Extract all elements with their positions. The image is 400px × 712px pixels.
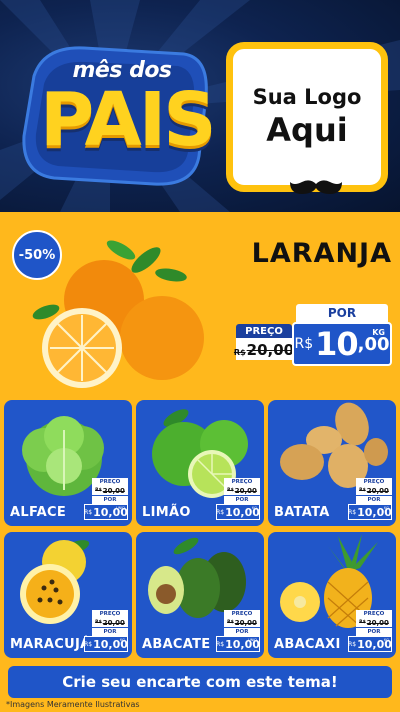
new-currency: R$ (84, 640, 93, 648)
mini-price-tag: PREÇO R$ 20,00 POR R$ 10,00 KG (84, 610, 128, 652)
preco-label: PREÇO (92, 478, 128, 486)
mini-price-tag: PREÇO R$ 20,00 POR R$ 10,00 KG (216, 478, 260, 520)
unit-label: KG (383, 638, 389, 642)
create-flyer-button[interactable]: Crie seu encarte com este tema! (8, 666, 392, 698)
old-currency: R$ (227, 488, 234, 493)
old-price-value: 20,00 (246, 341, 295, 359)
old-currency: R$ (359, 620, 366, 625)
old-currency: R$ (359, 488, 366, 493)
old-price: R$ 20,00 (356, 486, 392, 495)
new-price: R$ 10,00 UNID (84, 504, 128, 520)
unit-label: UNID (248, 638, 257, 642)
preco-label: PREÇO (356, 478, 392, 486)
price-tag: POR PREÇO R$ 20,00 R$ 10 ,00 KG (233, 304, 394, 372)
unit-label: KG (383, 506, 389, 510)
new-currency: R$ (348, 640, 357, 648)
mini-price-tag: PREÇO R$ 20,00 POR R$ 10,00 KG (348, 610, 392, 652)
por-label: POR (296, 304, 388, 322)
preco-label: PREÇO (92, 610, 128, 618)
por-label: POR (92, 628, 128, 636)
product-card[interactable]: ABACAXI PREÇO R$ 20,00 POR R$ 10,00 KG (268, 532, 396, 658)
unit-label: KG (119, 638, 125, 642)
product-title: LARANJA (251, 238, 392, 269)
product-name: BATATA (274, 505, 330, 520)
old-price-value: 20,00 (366, 486, 389, 495)
product-name: ABACAXI (274, 637, 341, 652)
por-label: POR (224, 496, 260, 504)
old-price: R$ 20,00 (92, 486, 128, 495)
old-price-value: 20,00 (234, 486, 257, 495)
old-price: R$ 20,00 (233, 338, 295, 360)
product-name: ABACATE (142, 637, 211, 652)
header-banner: mês dos PAIS Sua Logo Aqui (0, 0, 400, 212)
old-price: R$ 20,00 (356, 618, 392, 627)
por-label: POR (92, 496, 128, 504)
new-currency: R$ (216, 640, 225, 648)
por-label: POR (356, 496, 392, 504)
old-price-value: 20,00 (102, 486, 125, 495)
product-card[interactable]: MARACUJÁ PREÇO R$ 20,00 POR R$ 10,00 KG (4, 532, 132, 658)
mes-dos-pais-badge: mês dos PAIS (14, 36, 217, 196)
unit-label: KG (372, 328, 385, 337)
logo-line-1: Sua Logo (252, 85, 362, 109)
new-price: R$ 10,00 KG (348, 636, 392, 652)
old-currency: R$ (95, 488, 102, 493)
old-price: R$ 20,00 (92, 618, 128, 627)
featured-product: -50% LARANJA POR PREÇO R$ 20,00 R$ 10 ,0… (0, 212, 400, 398)
new-price-int: 10 (315, 325, 359, 363)
mustache-icon (290, 180, 342, 194)
product-card[interactable]: ABACATE PREÇO R$ 20,00 POR R$ 10,00 UNID (136, 532, 264, 658)
mini-price-tag: PREÇO R$ 20,00 POR R$ 10,00 UNID (84, 478, 128, 520)
new-currency: R$ (294, 336, 314, 352)
mini-price-tag: PREÇO R$ 20,00 POR R$ 10,00 KG (348, 478, 392, 520)
logo-placeholder[interactable]: Sua Logo Aqui (226, 42, 388, 192)
por-label: POR (224, 628, 260, 636)
old-price: R$ 20,00 (224, 618, 260, 627)
old-price-value: 20,00 (102, 618, 125, 627)
preco-label: PREÇO (356, 610, 392, 618)
mini-price-tag: PREÇO R$ 20,00 POR R$ 10,00 UNID (216, 610, 260, 652)
new-price: R$ 10 ,00 KG (292, 322, 392, 366)
old-price: R$ 20,00 (224, 486, 260, 495)
product-card[interactable]: BATATA PREÇO R$ 20,00 POR R$ 10,00 KG (268, 400, 396, 526)
preco-label: PREÇO (224, 478, 260, 486)
new-price: R$ 10,00 KG (84, 636, 128, 652)
old-price-value: 20,00 (366, 618, 389, 627)
product-name: MARACUJÁ (10, 637, 91, 652)
badge-big-text: PAIS (40, 77, 217, 163)
unit-label: UNID (116, 506, 125, 510)
old-currency: R$ (95, 620, 102, 625)
new-currency: R$ (348, 508, 357, 516)
preco-label: PREÇO (236, 324, 292, 338)
new-price: R$ 10,00 KG (348, 504, 392, 520)
old-currency: R$ (233, 348, 246, 357)
por-label: POR (356, 628, 392, 636)
new-currency: R$ (216, 508, 225, 516)
new-price: R$ 10,00 KG (216, 504, 260, 520)
new-price: R$ 10,00 UNID (216, 636, 260, 652)
new-currency: R$ (84, 508, 93, 516)
product-grid: ALFACE PREÇO R$ 20,00 POR R$ 10,00 UNID LIM… (0, 398, 400, 666)
discount-badge: -50% (12, 230, 62, 280)
disclaimer-text: *Imagens Meramente Ilustrativas (0, 698, 400, 712)
old-currency: R$ (227, 620, 234, 625)
preco-label: PREÇO (224, 610, 260, 618)
product-card[interactable]: LIMÃO PREÇO R$ 20,00 POR R$ 10,00 KG (136, 400, 264, 526)
product-name: LIMÃO (142, 505, 191, 520)
product-card[interactable]: ALFACE PREÇO R$ 20,00 POR R$ 10,00 UNID (4, 400, 132, 526)
logo-line-2: Aqui (266, 111, 348, 149)
unit-label: KG (251, 506, 257, 510)
product-name: ALFACE (10, 505, 67, 520)
old-price-value: 20,00 (234, 618, 257, 627)
